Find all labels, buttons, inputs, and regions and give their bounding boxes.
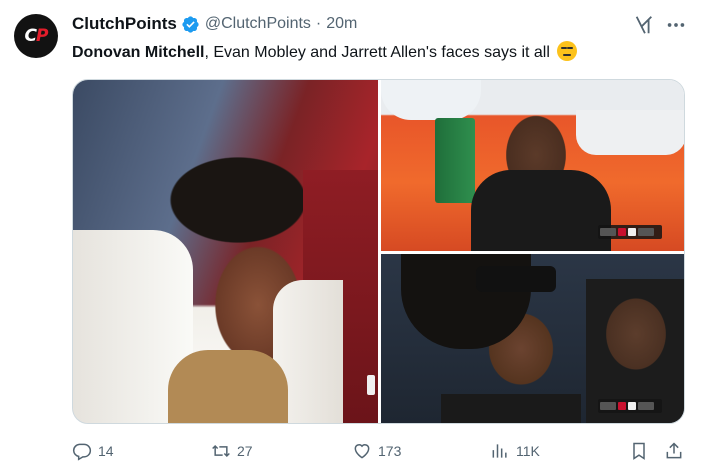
- tweet-timestamp[interactable]: 20m: [326, 15, 357, 33]
- share-button[interactable]: [664, 440, 684, 462]
- scorebug: [598, 225, 662, 239]
- reply-icon: [72, 443, 92, 461]
- media-image-1[interactable]: [73, 80, 378, 423]
- retweet-icon: [212, 444, 230, 458]
- author-name[interactable]: ClutchPoints: [72, 14, 177, 34]
- like-button[interactable]: 173: [352, 440, 401, 462]
- more-icon[interactable]: [665, 14, 687, 36]
- bookmark-icon: [633, 442, 645, 460]
- like-icon: [354, 444, 370, 459]
- clutchpoints-logo: CP: [24, 26, 49, 46]
- bookmark-button[interactable]: [629, 440, 649, 462]
- media-image-2[interactable]: [381, 80, 684, 251]
- action-bar: 14 27 173 11K: [72, 440, 692, 462]
- retweet-count: 27: [237, 443, 253, 459]
- separator-dot: ·: [315, 15, 322, 32]
- scorebug: [598, 399, 662, 413]
- grok-icon[interactable]: [633, 14, 655, 36]
- views-icon: [492, 444, 507, 458]
- share-icon: [666, 442, 682, 459]
- avatar[interactable]: CP: [14, 14, 58, 58]
- tweet-header: ClutchPoints @ClutchPoints · 20m: [72, 13, 614, 35]
- tweet-text: Donovan Mitchell, Evan Mobley and Jarret…: [72, 41, 692, 64]
- tweet-text-rest: , Evan Mobley and Jarrett Allen's faces …: [204, 44, 550, 61]
- tweet-text-bold: Donovan Mitchell: [72, 44, 205, 61]
- expressionless-face-emoji: [557, 41, 578, 61]
- author-handle[interactable]: @ClutchPoints: [205, 15, 311, 33]
- views-button[interactable]: 11K: [490, 440, 540, 462]
- reply-count: 14: [98, 443, 114, 459]
- tweet[interactable]: CP ClutchPoints @ClutchPoints · 20m Dono…: [0, 0, 704, 471]
- nba-logo-icon: [367, 375, 375, 395]
- verified-badge-icon: [182, 15, 199, 33]
- media-image-3[interactable]: [381, 254, 684, 423]
- media-grid: [72, 79, 685, 424]
- views-count: 11K: [516, 443, 540, 459]
- like-count: 173: [378, 443, 402, 459]
- reply-button[interactable]: 14: [72, 440, 114, 462]
- retweet-button[interactable]: 27: [211, 440, 253, 462]
